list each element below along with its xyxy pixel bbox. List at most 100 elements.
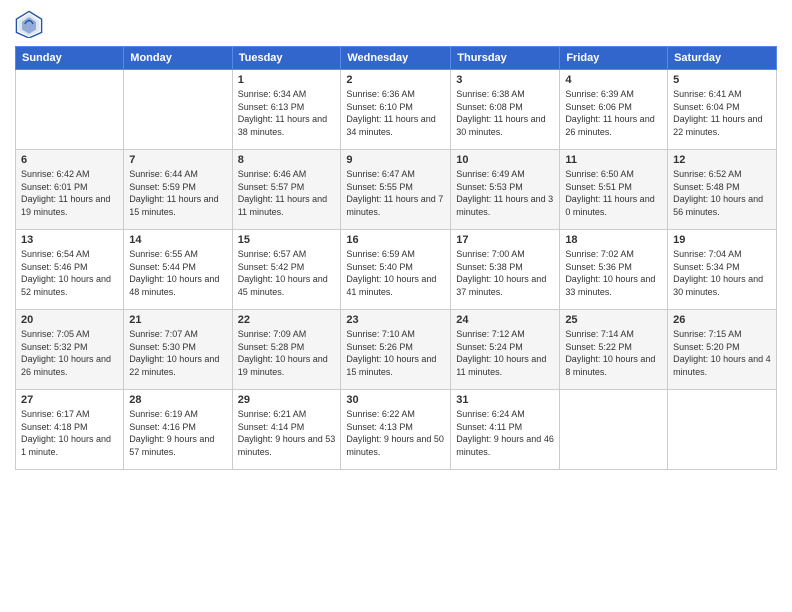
day-number: 9 [346,154,445,166]
day-header-monday: Monday [124,47,232,70]
calendar-cell: 28 Sunrise: 6:19 AM Sunset: 4:16 PM Dayli… [124,390,232,470]
calendar-cell: 18 Sunrise: 7:02 AM Sunset: 5:36 PM Dayli… [560,230,668,310]
day-number: 31 [456,394,554,406]
day-info: Sunrise: 7:07 AM Sunset: 5:30 PM Dayligh… [129,328,226,378]
day-info: Sunrise: 7:15 AM Sunset: 5:20 PM Dayligh… [673,328,771,378]
day-number: 26 [673,314,771,326]
day-number: 28 [129,394,226,406]
day-info: Sunrise: 7:14 AM Sunset: 5:22 PM Dayligh… [565,328,662,378]
day-number: 20 [21,314,118,326]
day-number: 22 [238,314,336,326]
day-info: Sunrise: 6:39 AM Sunset: 6:06 PM Dayligh… [565,88,662,138]
day-info: Sunrise: 7:12 AM Sunset: 5:24 PM Dayligh… [456,328,554,378]
day-number: 29 [238,394,336,406]
day-info: Sunrise: 6:59 AM Sunset: 5:40 PM Dayligh… [346,248,445,298]
calendar-cell: 5Sunrise: 6:41 AM Sunset: 6:04 PM Daylig… [668,70,777,150]
day-number: 8 [238,154,336,166]
calendar-cell: 31Sunrise: 6:24 AM Sunset: 4:11 PM Dayli… [451,390,560,470]
day-info: Sunrise: 6:50 AM Sunset: 5:51 PM Dayligh… [565,168,662,218]
day-info: Sunrise: 6:46 AM Sunset: 5:57 PM Dayligh… [238,168,336,218]
calendar-cell: 6Sunrise: 6:42 AM Sunset: 6:01 PM Daylig… [16,150,124,230]
day-number: 5 [673,74,771,86]
main-container: SundayMondayTuesdayWednesdayThursdayFrid… [0,0,792,480]
day-number: 10 [456,154,554,166]
calendar-cell: 3 Sunrise: 6:38 AM Sunset: 6:08 PM Daylig… [451,70,560,150]
calendar-cell: 27 Sunrise: 6:17 AM Sunset: 4:18 PM Dayli… [16,390,124,470]
day-number: 27 [21,394,118,406]
calendar-cell: 15 Sunrise: 6:57 AM Sunset: 5:42 PM Dayli… [232,230,341,310]
calendar-cell: 19 Sunrise: 7:04 AM Sunset: 5:34 PM Dayli… [668,230,777,310]
day-info: Sunrise: 6:19 AM Sunset: 4:16 PM Dayligh… [129,408,226,458]
day-number: 21 [129,314,226,326]
day-info: Sunrise: 6:47 AM Sunset: 5:55 PM Dayligh… [346,168,445,218]
calendar-cell: 11Sunrise: 6:50 AM Sunset: 5:51 PM Dayli… [560,150,668,230]
header [15,10,777,38]
calendar-cell: 23Sunrise: 7:10 AM Sunset: 5:26 PM Dayli… [341,310,451,390]
day-header-thursday: Thursday [451,47,560,70]
calendar-week-5: 27 Sunrise: 6:17 AM Sunset: 4:18 PM Dayli… [16,390,777,470]
day-info: Sunrise: 7:02 AM Sunset: 5:36 PM Dayligh… [565,248,662,298]
calendar-cell: 29Sunrise: 6:21 AM Sunset: 4:14 PM Dayli… [232,390,341,470]
day-header-tuesday: Tuesday [232,47,341,70]
day-info: Sunrise: 6:57 AM Sunset: 5:42 PM Dayligh… [238,248,336,298]
calendar-week-4: 20 Sunrise: 7:05 AM Sunset: 5:32 PM Dayli… [16,310,777,390]
day-info: Sunrise: 7:00 AM Sunset: 5:38 PM Dayligh… [456,248,554,298]
calendar-cell: 8 Sunrise: 6:46 AM Sunset: 5:57 PM Daylig… [232,150,341,230]
calendar-week-1: 1 Sunrise: 6:34 AM Sunset: 6:13 PM Daylig… [16,70,777,150]
calendar-cell: 10 Sunrise: 6:49 AM Sunset: 5:53 PM Dayli… [451,150,560,230]
calendar-cell [124,70,232,150]
calendar-cell: 4 Sunrise: 6:39 AM Sunset: 6:06 PM Daylig… [560,70,668,150]
day-info: Sunrise: 7:04 AM Sunset: 5:34 PM Dayligh… [673,248,771,298]
calendar-cell: 24 Sunrise: 7:12 AM Sunset: 5:24 PM Dayli… [451,310,560,390]
calendar-cell: 16Sunrise: 6:59 AM Sunset: 5:40 PM Dayli… [341,230,451,310]
calendar-cell: 22 Sunrise: 7:09 AM Sunset: 5:28 PM Dayli… [232,310,341,390]
day-info: Sunrise: 6:44 AM Sunset: 5:59 PM Dayligh… [129,168,226,218]
calendar-body: 1 Sunrise: 6:34 AM Sunset: 6:13 PM Daylig… [16,70,777,470]
day-info: Sunrise: 7:05 AM Sunset: 5:32 PM Dayligh… [21,328,118,378]
calendar-week-2: 6Sunrise: 6:42 AM Sunset: 6:01 PM Daylig… [16,150,777,230]
day-header-friday: Friday [560,47,668,70]
calendar-cell [668,390,777,470]
calendar-cell: 7 Sunrise: 6:44 AM Sunset: 5:59 PM Daylig… [124,150,232,230]
calendar-cell: 20 Sunrise: 7:05 AM Sunset: 5:32 PM Dayli… [16,310,124,390]
calendar-cell: 17Sunrise: 7:00 AM Sunset: 5:38 PM Dayli… [451,230,560,310]
calendar-cell [16,70,124,150]
calendar-cell: 13Sunrise: 6:54 AM Sunset: 5:46 PM Dayli… [16,230,124,310]
day-number: 23 [346,314,445,326]
calendar-header: SundayMondayTuesdayWednesdayThursdayFrid… [16,47,777,70]
day-info: Sunrise: 6:17 AM Sunset: 4:18 PM Dayligh… [21,408,118,458]
logo-icon [15,10,43,38]
day-info: Sunrise: 6:49 AM Sunset: 5:53 PM Dayligh… [456,168,554,218]
calendar-cell: 26 Sunrise: 7:15 AM Sunset: 5:20 PM Dayli… [668,310,777,390]
day-info: Sunrise: 6:36 AM Sunset: 6:10 PM Dayligh… [346,88,445,138]
day-number: 12 [673,154,771,166]
calendar-table: SundayMondayTuesdayWednesdayThursdayFrid… [15,46,777,470]
day-number: 2 [346,74,445,86]
day-number: 15 [238,234,336,246]
day-info: Sunrise: 6:42 AM Sunset: 6:01 PM Dayligh… [21,168,118,218]
day-number: 30 [346,394,445,406]
calendar-cell: 25Sunrise: 7:14 AM Sunset: 5:22 PM Dayli… [560,310,668,390]
calendar-week-3: 13Sunrise: 6:54 AM Sunset: 5:46 PM Dayli… [16,230,777,310]
calendar-cell: 9 Sunrise: 6:47 AM Sunset: 5:55 PM Daylig… [341,150,451,230]
day-info: Sunrise: 6:38 AM Sunset: 6:08 PM Dayligh… [456,88,554,138]
day-number: 7 [129,154,226,166]
day-info: Sunrise: 6:55 AM Sunset: 5:44 PM Dayligh… [129,248,226,298]
day-header-sunday: Sunday [16,47,124,70]
day-number: 4 [565,74,662,86]
day-number: 1 [238,74,336,86]
day-number: 18 [565,234,662,246]
day-info: Sunrise: 6:22 AM Sunset: 4:13 PM Dayligh… [346,408,445,458]
calendar-cell: 30 Sunrise: 6:22 AM Sunset: 4:13 PM Dayli… [341,390,451,470]
day-header-saturday: Saturday [668,47,777,70]
calendar-cell [560,390,668,470]
day-number: 3 [456,74,554,86]
logo [15,10,47,38]
day-number: 24 [456,314,554,326]
calendar-cell: 21 Sunrise: 7:07 AM Sunset: 5:30 PM Dayli… [124,310,232,390]
day-number: 19 [673,234,771,246]
calendar-cell: 12Sunrise: 6:52 AM Sunset: 5:48 PM Dayli… [668,150,777,230]
calendar-cell: 2 Sunrise: 6:36 AM Sunset: 6:10 PM Daylig… [341,70,451,150]
day-info: Sunrise: 6:34 AM Sunset: 6:13 PM Dayligh… [238,88,336,138]
day-info: Sunrise: 7:09 AM Sunset: 5:28 PM Dayligh… [238,328,336,378]
